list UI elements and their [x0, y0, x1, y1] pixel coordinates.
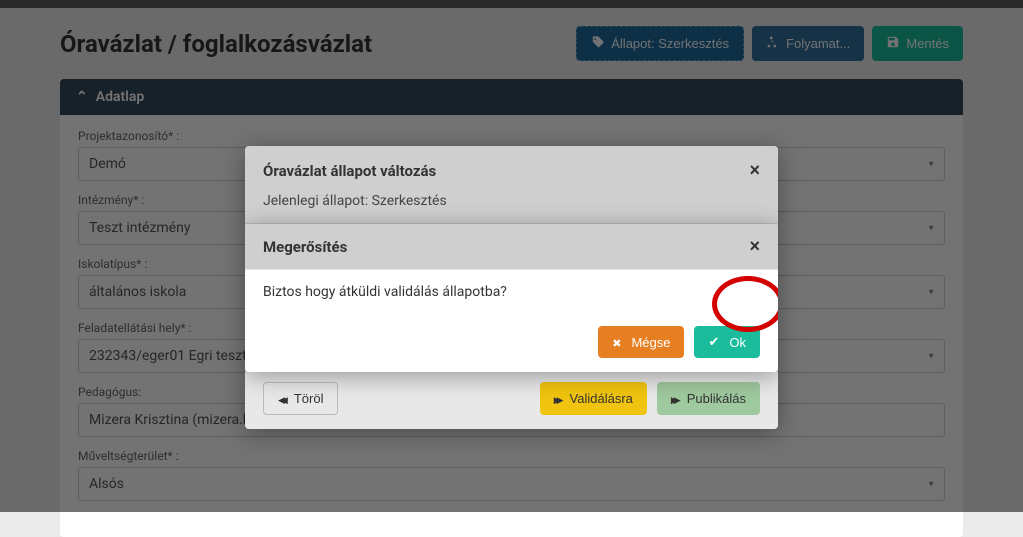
state-dialog-title: Óravázlat állapot változás: [263, 162, 436, 180]
close-icon[interactable]: ×: [749, 160, 760, 181]
confirm-dialog-title: Megerősítés: [263, 238, 347, 256]
process-label: Folyamat...: [786, 36, 850, 51]
save-icon: [886, 35, 900, 52]
panel-header[interactable]: Adatlap: [60, 79, 963, 115]
confirm-dialog-body: Biztos hogy átküldi validálás állapotba?: [245, 270, 778, 318]
save-label: Mentés: [906, 36, 949, 51]
forward-icon: [554, 391, 564, 406]
chevron-up-icon: [76, 89, 88, 105]
rewind-icon: [278, 391, 288, 406]
status-label: Állapot: Szerkesztés: [611, 36, 729, 51]
validate-button[interactable]: Validálásra: [540, 382, 647, 415]
process-button[interactable]: Folyamat...: [752, 26, 864, 61]
literacy-select[interactable]: Alsós: [78, 467, 945, 501]
x-icon: [612, 335, 625, 350]
forward-icon: [671, 391, 681, 406]
check-icon: [708, 334, 723, 350]
undo-button[interactable]: Töröl: [263, 382, 338, 415]
panel-title: Adatlap: [96, 89, 144, 105]
flow-icon: [766, 35, 780, 52]
tag-icon: [591, 35, 605, 52]
page-title: Óravázlat / foglalkozásvázlat: [60, 30, 372, 58]
state-change-dialog: Óravázlat állapot változás × Jelenlegi á…: [245, 146, 778, 429]
ok-button[interactable]: Ok: [694, 326, 760, 358]
confirm-dialog: Megerősítés × Biztos hogy átküldi validá…: [245, 224, 778, 372]
literacy-label: Műveltségterület* :: [78, 449, 945, 463]
close-icon[interactable]: ×: [749, 236, 760, 257]
state-dialog-subtitle: Jelenlegi állapot: Szerkesztés: [245, 189, 778, 224]
cancel-button[interactable]: Mégse: [598, 326, 684, 358]
save-button[interactable]: Mentés: [872, 26, 963, 61]
project-id-label: Projektazonosító* :: [78, 129, 945, 143]
page-header: Óravázlat / foglalkozásvázlat Állapot: S…: [60, 26, 963, 61]
status-badge[interactable]: Állapot: Szerkesztés: [576, 26, 744, 61]
header-actions: Állapot: Szerkesztés Folyamat... Mentés: [576, 26, 963, 61]
publish-button[interactable]: Publikálás: [657, 382, 760, 415]
